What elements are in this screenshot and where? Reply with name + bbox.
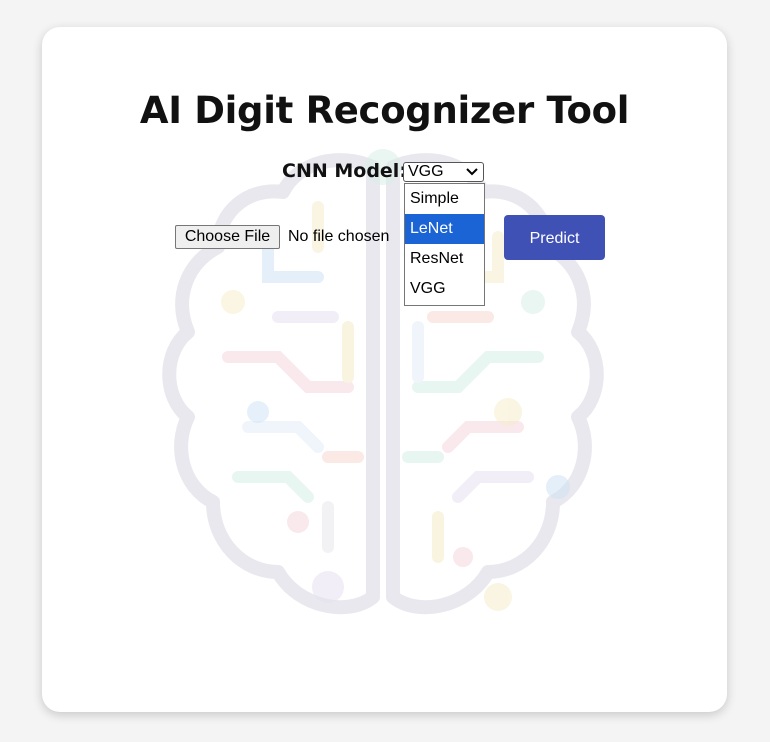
option-simple[interactable]: Simple: [405, 184, 484, 214]
option-vgg[interactable]: VGG: [405, 274, 484, 304]
chevron-down-icon: [466, 168, 478, 176]
file-status-text: No file chosen: [288, 228, 390, 245]
page-title: AI Digit Recognizer Tool: [139, 89, 630, 132]
cnn-model-label: CNN Model:: [282, 160, 407, 182]
cnn-model-select[interactable]: VGG: [403, 162, 484, 182]
brain-circuit-icon: [162, 149, 604, 615]
main-card: AI Digit Recognizer Tool CNN Model: VGG …: [42, 27, 727, 712]
select-value: VGG: [408, 163, 444, 180]
option-lenet[interactable]: LeNet: [405, 214, 484, 244]
predict-button[interactable]: Predict: [504, 215, 605, 260]
cnn-model-dropdown: Simple LeNet ResNet VGG: [404, 183, 485, 306]
option-resnet[interactable]: ResNet: [405, 244, 484, 274]
choose-file-button[interactable]: Choose File: [175, 225, 280, 249]
